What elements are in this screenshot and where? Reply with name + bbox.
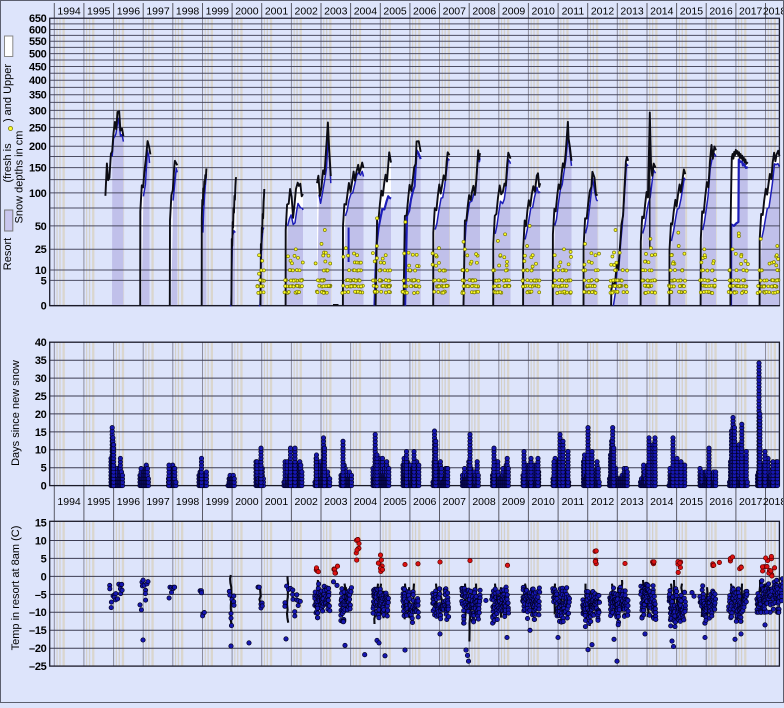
svg-text:2010: 2010 — [532, 6, 556, 18]
svg-text:35: 35 — [35, 355, 47, 367]
svg-text:1998: 1998 — [176, 496, 200, 508]
svg-text:Temp in resort at 8am (C): Temp in resort at 8am (C) — [10, 526, 22, 651]
svg-text:100: 100 — [29, 188, 47, 200]
svg-text:2008: 2008 — [472, 6, 496, 18]
svg-text:10: 10 — [35, 265, 47, 277]
svg-text:2012: 2012 — [591, 6, 615, 18]
svg-text:0: 0 — [41, 481, 47, 493]
svg-text:2004: 2004 — [354, 496, 378, 508]
svg-text:2002: 2002 — [295, 496, 319, 508]
svg-text:450: 450 — [29, 61, 47, 73]
svg-text:25: 25 — [35, 244, 47, 256]
svg-text:2007: 2007 — [443, 496, 467, 508]
svg-text:1999: 1999 — [206, 6, 230, 18]
svg-text:2000: 2000 — [235, 6, 259, 18]
svg-text:0: 0 — [41, 301, 47, 313]
svg-text:1996: 1996 — [117, 496, 141, 508]
svg-text:–25: –25 — [29, 661, 47, 673]
svg-text:2011: 2011 — [562, 496, 585, 508]
svg-text:2015: 2015 — [680, 6, 704, 18]
svg-text:2016: 2016 — [709, 496, 733, 508]
svg-text:25: 25 — [35, 391, 47, 403]
svg-text:350: 350 — [29, 90, 47, 102]
svg-text:2008: 2008 — [472, 496, 496, 508]
svg-text:1997: 1997 — [146, 496, 170, 508]
svg-text:10: 10 — [35, 535, 47, 547]
svg-text:–5: –5 — [35, 589, 47, 601]
svg-text:550: 550 — [29, 36, 47, 48]
svg-text:500: 500 — [29, 49, 47, 61]
svg-text:1996: 1996 — [117, 6, 141, 18]
svg-text:Resort: Resort — [2, 238, 14, 270]
svg-text:2014: 2014 — [650, 496, 674, 508]
svg-text:650: 650 — [29, 13, 47, 25]
svg-text:150: 150 — [29, 163, 47, 175]
svg-text:400: 400 — [29, 75, 47, 87]
svg-text:2005: 2005 — [383, 496, 407, 508]
svg-text:0: 0 — [41, 571, 47, 583]
svg-text:Days since new snow: Days since new snow — [10, 360, 22, 466]
svg-text:15: 15 — [35, 427, 47, 439]
svg-text:2000: 2000 — [235, 496, 259, 508]
svg-text:2003: 2003 — [324, 496, 348, 508]
svg-text:2001: 2001 — [265, 496, 289, 508]
svg-text:1997: 1997 — [146, 6, 170, 18]
svg-text:300: 300 — [29, 105, 47, 117]
svg-text:50: 50 — [35, 221, 47, 233]
svg-text:250: 250 — [29, 122, 47, 134]
svg-text:10: 10 — [35, 445, 47, 457]
svg-text:2003: 2003 — [324, 6, 348, 18]
svg-text:2014: 2014 — [650, 6, 674, 18]
svg-text:2018: 2018 — [763, 496, 784, 508]
svg-text:–20: –20 — [29, 643, 47, 655]
svg-text:(fresh is: (fresh is — [2, 143, 14, 183]
svg-text:2012: 2012 — [591, 496, 615, 508]
svg-text:2013: 2013 — [620, 6, 644, 18]
svg-text:5: 5 — [41, 275, 47, 287]
svg-text:20: 20 — [35, 409, 47, 421]
svg-text:1994: 1994 — [57, 6, 81, 18]
svg-text:2013: 2013 — [620, 496, 644, 508]
svg-text:2016: 2016 — [709, 6, 733, 18]
svg-text:1999: 1999 — [206, 496, 230, 508]
svg-text:2018: 2018 — [763, 6, 784, 18]
svg-text:2002: 2002 — [295, 6, 319, 18]
svg-text:5: 5 — [41, 463, 47, 475]
svg-text:15: 15 — [35, 517, 47, 529]
svg-text:600: 600 — [29, 24, 47, 36]
svg-text:2005: 2005 — [383, 6, 407, 18]
svg-text:40: 40 — [35, 337, 47, 349]
svg-text:2011: 2011 — [562, 6, 585, 18]
svg-text:2017: 2017 — [739, 6, 763, 18]
svg-text:2017: 2017 — [739, 496, 763, 508]
svg-text:1994: 1994 — [57, 496, 81, 508]
svg-text:30: 30 — [35, 373, 47, 385]
svg-text:2009: 2009 — [502, 6, 526, 18]
svg-text:5: 5 — [41, 553, 47, 565]
svg-text:2006: 2006 — [413, 6, 437, 18]
svg-text:2010: 2010 — [532, 496, 556, 508]
svg-text:–10: –10 — [29, 607, 47, 619]
svg-text:2009: 2009 — [502, 496, 526, 508]
svg-text:2006: 2006 — [413, 496, 437, 508]
svg-text:2004: 2004 — [354, 6, 378, 18]
svg-text:1995: 1995 — [87, 6, 111, 18]
svg-text:Snow depths in cm: Snow depths in cm — [14, 131, 26, 224]
svg-text:2001: 2001 — [265, 6, 289, 18]
svg-text:2007: 2007 — [443, 6, 467, 18]
svg-text:200: 200 — [29, 141, 47, 153]
svg-text:2015: 2015 — [680, 496, 704, 508]
svg-text:–15: –15 — [29, 625, 47, 637]
svg-text:1998: 1998 — [176, 6, 200, 18]
svg-text:1995: 1995 — [87, 496, 111, 508]
svg-text:) and Upper: ) and Upper — [2, 64, 14, 122]
